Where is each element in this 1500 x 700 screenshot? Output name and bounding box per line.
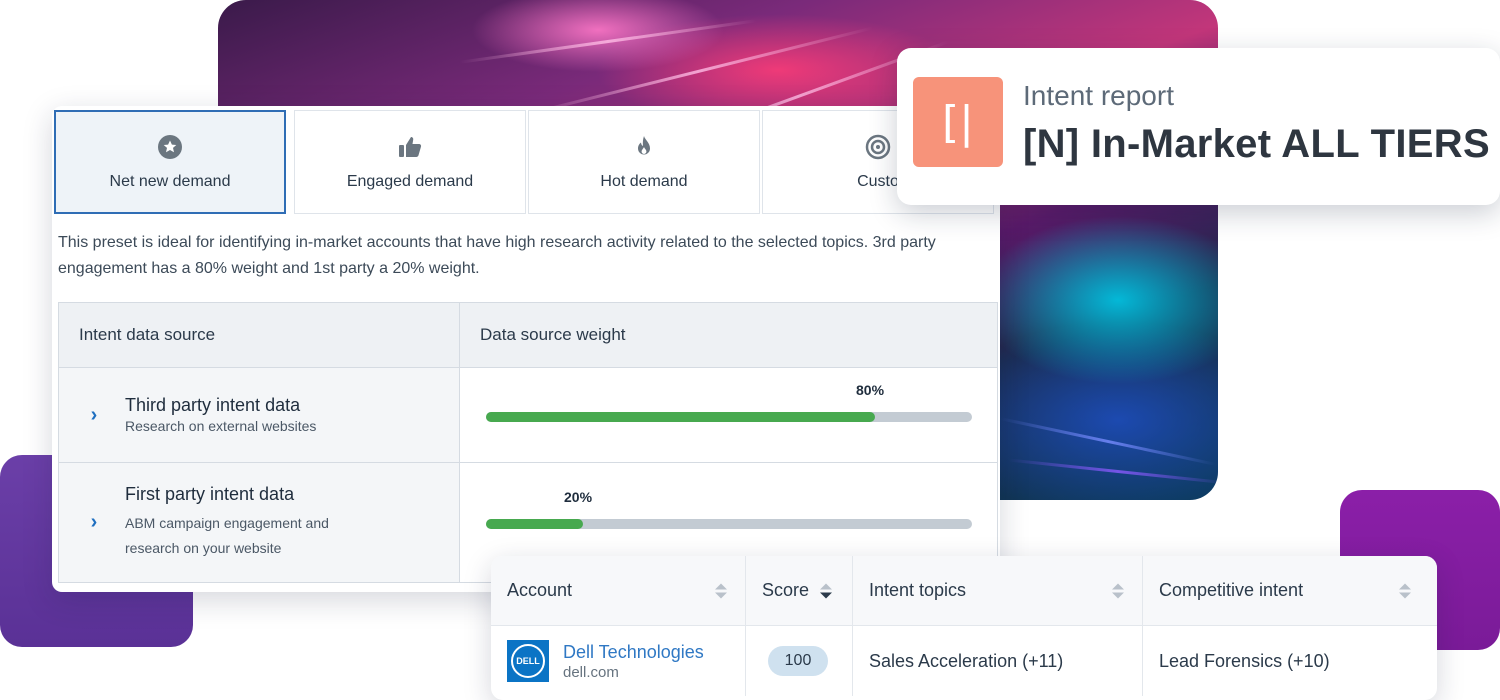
sort-descending-icon[interactable] <box>820 583 832 598</box>
table-row-third-party: › Third party intent data Research on ex… <box>58 368 998 463</box>
company-logo-text: DELL <box>511 644 545 678</box>
preset-tabs: Net new demand Engaged demand Hot demand… <box>52 106 1000 214</box>
tab-label: Engaged demand <box>346 173 474 190</box>
tab-label: Hot demand <box>600 173 688 190</box>
table-header: Intent data source Data source weight <box>58 302 998 368</box>
star-circle-icon <box>156 133 184 161</box>
tab-net-new-demand[interactable]: Net new demand <box>54 110 286 214</box>
column-label: Competitive intent <box>1159 580 1304 600</box>
intent-weights-table: Intent data source Data source weight › … <box>58 302 998 583</box>
report-label: Intent report <box>1023 80 1174 111</box>
column-header-source: Intent data source <box>59 303 460 367</box>
chevron-right-icon[interactable]: › <box>59 511 105 534</box>
weight-bar-track <box>486 412 972 422</box>
competitive-intent-cell: Lead Forensics (+10) <box>1159 650 1330 671</box>
column-label: Account <box>507 580 573 600</box>
chevron-right-icon[interactable]: › <box>59 404 105 427</box>
table-row[interactable]: DELL Dell Technologies dell.com 100 Sale… <box>491 626 1437 696</box>
tab-hot-demand[interactable]: Hot demand <box>528 110 760 214</box>
column-label: Intent topics <box>869 580 967 600</box>
weight-percent-label: 80% <box>856 382 885 398</box>
weight-bar-fill <box>486 519 584 529</box>
column-header-intent-topics[interactable]: Intent topics <box>853 556 1143 625</box>
weight-cell: 80% <box>460 368 997 462</box>
column-label: Score <box>762 580 810 600</box>
accounts-table: Account Score Intent topics Competitive … <box>491 556 1437 700</box>
source-title: Third party intent data <box>125 394 301 415</box>
thumbs-up-icon <box>396 133 424 161</box>
score-badge: 100 <box>768 646 828 676</box>
target-icon <box>864 133 892 161</box>
sort-icon[interactable] <box>715 583 727 598</box>
preset-description: This preset is ideal for identifying in-… <box>58 234 936 277</box>
weight-percent-label: 20% <box>564 489 593 505</box>
source-title: First party intent data <box>125 484 295 504</box>
sort-icon[interactable] <box>1399 583 1411 598</box>
column-header-competitive-intent[interactable]: Competitive intent <box>1143 556 1437 625</box>
weight-bar-fill <box>486 412 875 422</box>
source-subtitle: Research on external websites <box>125 417 317 434</box>
tab-engaged-demand[interactable]: Engaged demand <box>294 110 526 214</box>
report-logo: [| <box>913 77 1003 167</box>
column-header-score[interactable]: Score <box>746 556 853 625</box>
company-domain: dell.com <box>563 663 619 681</box>
column-header-account[interactable]: Account <box>491 556 746 625</box>
sort-icon[interactable] <box>1112 583 1124 598</box>
intent-topics-cell: Sales Acceleration (+11) <box>853 626 1143 696</box>
column-header-weight: Data source weight <box>480 325 626 344</box>
source-subtitle: ABM campaign engagement and research on … <box>125 515 329 556</box>
table-header: Account Score Intent topics Competitive … <box>491 556 1437 626</box>
company-link[interactable]: Dell Technologies <box>563 642 704 663</box>
tab-label: Net new demand <box>109 173 231 190</box>
intent-report-card[interactable]: [| Intent report [N] In-Market ALL TIERS <box>897 48 1500 205</box>
weight-bar-track <box>486 519 972 529</box>
preset-panel: Net new demand Engaged demand Hot demand… <box>52 106 1000 592</box>
tab-label: Custo <box>857 173 899 190</box>
company-logo: DELL <box>507 640 549 682</box>
flame-icon <box>630 133 658 161</box>
report-name: [N] In-Market ALL TIERS <box>1023 122 1490 166</box>
